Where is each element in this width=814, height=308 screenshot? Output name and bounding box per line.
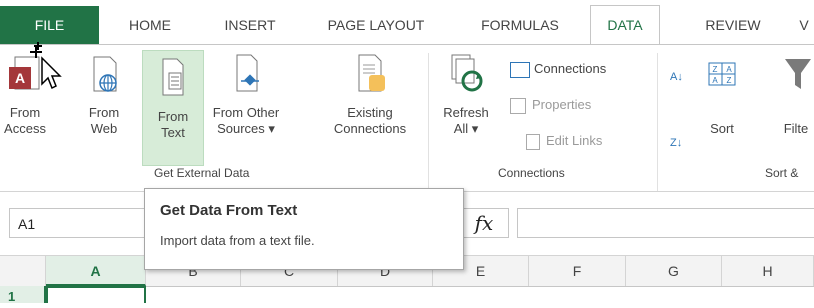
refresh-all-label-1: Refresh	[443, 105, 489, 120]
column-header-g[interactable]: G	[626, 256, 722, 286]
tab-page-layout[interactable]: PAGE LAYOUT	[306, 6, 446, 44]
svg-text:Z: Z	[727, 76, 732, 85]
tooltip-description: Import data from a text file.	[160, 233, 315, 248]
existing-connections-label-1: Existing	[347, 105, 393, 120]
sort-filter-group-label: Sort &	[765, 166, 799, 180]
refresh-icon	[436, 51, 496, 101]
svg-text:A: A	[726, 65, 732, 74]
connections-group-label: Connections	[498, 166, 565, 180]
connections-button[interactable]: Connections	[510, 59, 606, 79]
sort-dialog-icon: Z A A Z	[700, 51, 744, 101]
sort-label: Sort	[710, 121, 734, 136]
svg-text:Z: Z	[713, 65, 718, 74]
mouse-cursor-icon	[28, 40, 62, 95]
connections-icon	[510, 61, 530, 78]
filter-label: Filte	[783, 121, 809, 136]
from-web-label-2: Web	[90, 121, 118, 136]
existing-connections-label-2: Connections	[333, 121, 407, 136]
from-other-label-1: From Other	[212, 105, 280, 120]
from-other-sources-button[interactable]: From Other Sources ▾	[205, 51, 287, 137]
name-box[interactable]: A1	[9, 208, 149, 238]
tab-data[interactable]: DATA	[590, 5, 660, 45]
tab-view-partial[interactable]: V	[794, 6, 814, 44]
filter-funnel-icon	[776, 51, 814, 101]
tab-file[interactable]: FILE	[0, 6, 99, 44]
sort-ascending-button[interactable]: A↓	[670, 67, 683, 87]
column-header-a[interactable]: A	[46, 256, 146, 286]
filter-button[interactable]: Filte	[776, 51, 814, 137]
row-header-1[interactable]: 1	[0, 286, 46, 304]
other-sources-icon	[205, 51, 287, 101]
properties-icon	[510, 97, 526, 114]
properties-button[interactable]: Properties	[510, 95, 591, 115]
sort-descending-icon: Z↓	[670, 137, 683, 149]
sort-descending-button[interactable]: Z↓	[670, 133, 682, 153]
tab-insert[interactable]: INSERT	[205, 6, 295, 44]
from-text-label-2: Text	[161, 125, 185, 140]
tooltip-title: Get Data From Text	[160, 202, 298, 219]
column-header-h[interactable]: H	[722, 256, 814, 286]
column-header-f[interactable]: F	[529, 256, 626, 286]
edit-links-icon	[526, 133, 540, 150]
group-separator	[428, 53, 429, 191]
existing-connections-button[interactable]: Existing Connections	[320, 51, 420, 137]
ribbon-tab-bar: FILE HOME INSERT PAGE LAYOUT FORMULAS DA…	[0, 0, 814, 45]
web-globe-icon	[84, 51, 124, 101]
from-access-label-2: Access	[4, 121, 46, 136]
from-text-label-1: From	[157, 109, 189, 124]
from-text-tooltip: Get Data From Text Import data from a te…	[144, 188, 464, 270]
from-other-label-2: Sources ▾	[217, 121, 275, 136]
sort-ascending-icon: A↓	[670, 71, 683, 83]
row-1: 1	[0, 286, 814, 304]
svg-text:A: A	[15, 70, 25, 86]
from-text-button[interactable]: From Text	[142, 50, 204, 166]
tab-home[interactable]: HOME	[110, 6, 190, 44]
from-web-label-1: From	[88, 105, 120, 120]
tab-formulas[interactable]: FORMULAS	[465, 6, 575, 44]
sort-button[interactable]: Z A A Z Sort	[700, 51, 744, 137]
edit-links-label: Edit Links	[546, 133, 603, 148]
from-web-button[interactable]: From Web	[84, 51, 124, 137]
ribbon-body: A From Access From Web From Text From Ot…	[0, 44, 814, 192]
cell-a1[interactable]	[46, 286, 146, 303]
connections-label: Connections	[534, 61, 607, 76]
group-separator	[657, 53, 658, 191]
insert-function-button[interactable]: fx	[459, 208, 509, 238]
from-access-label-1: From	[9, 105, 41, 120]
refresh-all-label-2: All ▾	[453, 121, 479, 136]
existing-connections-icon	[320, 51, 420, 101]
formula-input[interactable]	[517, 208, 814, 238]
refresh-all-button[interactable]: Refresh All ▾	[436, 51, 496, 137]
get-external-data-group-label: Get External Data	[154, 166, 250, 180]
text-file-icon	[143, 55, 203, 105]
tab-review[interactable]: REVIEW	[690, 6, 776, 44]
properties-label: Properties	[532, 97, 592, 112]
svg-text:A: A	[712, 76, 718, 85]
edit-links-button[interactable]: Edit Links	[526, 131, 602, 151]
select-all-corner[interactable]	[0, 256, 46, 286]
